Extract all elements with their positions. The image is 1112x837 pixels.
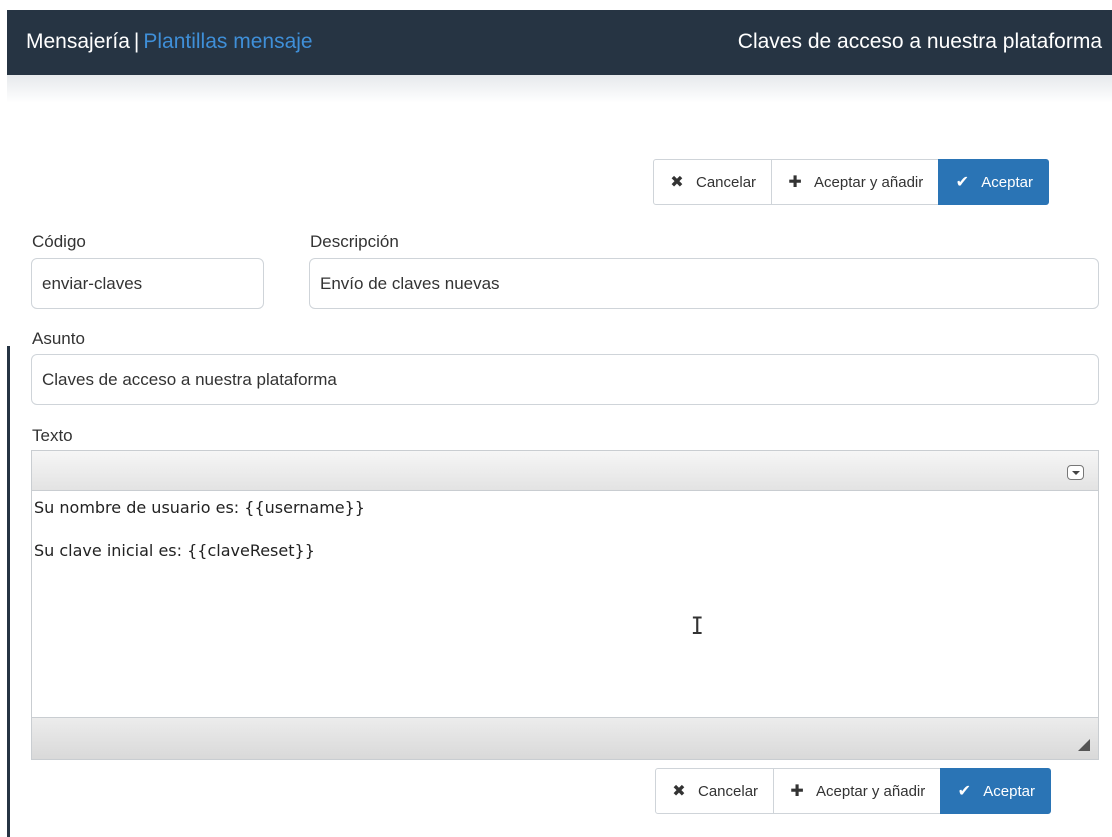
accept-and-add-button[interactable]: ✚ Aceptar y añadir — [771, 159, 940, 205]
toolbar-dropdown-icon[interactable] — [1067, 465, 1084, 480]
asunto-label: Asunto — [32, 329, 85, 348]
top-action-group: ✖ Cancelar ✚ Aceptar y añadir ✔ Aceptar — [653, 159, 1049, 205]
accept-button[interactable]: ✔ Aceptar — [938, 159, 1049, 205]
accept-button[interactable]: ✔ Aceptar — [940, 768, 1051, 814]
cancel-button[interactable]: ✖ Cancelar — [653, 159, 773, 205]
accept-and-add-button-label: Aceptar y añadir — [814, 173, 924, 191]
text-cursor-icon: I — [690, 612, 704, 640]
editor-line: Su clave inicial es: {{claveReset}} — [34, 541, 315, 560]
bottom-action-group: ✖ Cancelar ✚ Aceptar y añadir ✔ Aceptar — [655, 768, 1051, 814]
left-border — [7, 346, 10, 837]
accept-and-add-button[interactable]: ✚ Aceptar y añadir — [773, 768, 942, 814]
editor-content[interactable]: Su nombre de usuario es: {{username}} Su… — [32, 492, 1098, 718]
cancel-button-label: Cancelar — [698, 782, 759, 800]
section-title: Mensajería — [26, 30, 130, 53]
check-icon: ✔ — [955, 174, 969, 191]
check-icon: ✔ — [957, 783, 971, 800]
header-shadow — [7, 75, 1112, 103]
plus-icon: ✚ — [788, 174, 802, 191]
plus-icon: ✚ — [790, 783, 804, 800]
codigo-input[interactable]: enviar-claves — [31, 258, 264, 309]
texto-label: Texto — [32, 426, 73, 445]
accept-button-label: Aceptar — [981, 173, 1033, 191]
accept-and-add-button-label: Aceptar y añadir — [816, 782, 926, 800]
rich-text-editor: Su nombre de usuario es: {{username}} Su… — [31, 450, 1099, 760]
breadcrumb: Mensajería | Plantillas mensaje — [26, 30, 313, 54]
cancel-button[interactable]: ✖ Cancelar — [655, 768, 775, 814]
codigo-label: Código — [32, 232, 86, 251]
editor-statusbar — [32, 717, 1098, 759]
close-icon: ✖ — [672, 783, 686, 800]
app-header: Mensajería | Plantillas mensaje Claves de … — [7, 10, 1112, 75]
editor-line: Su nombre de usuario es: {{username}} — [34, 498, 365, 517]
asunto-input[interactable]: Claves de acceso a nuestra plataforma — [31, 354, 1099, 405]
editor-toolbar — [32, 451, 1098, 491]
cancel-button-label: Cancelar — [696, 173, 757, 191]
descripcion-input[interactable]: Envío de claves nuevas — [309, 258, 1099, 309]
page-title: Claves de acceso a nuestra plataforma — [737, 30, 1102, 53]
resize-handle-icon[interactable] — [1078, 739, 1090, 751]
breadcrumb-separator: | — [133, 30, 140, 53]
accept-button-label: Aceptar — [983, 782, 1035, 800]
breadcrumb-link-plantillas[interactable]: Plantillas mensaje — [143, 30, 312, 53]
close-icon: ✖ — [670, 174, 684, 191]
descripcion-label: Descripción — [310, 232, 399, 251]
